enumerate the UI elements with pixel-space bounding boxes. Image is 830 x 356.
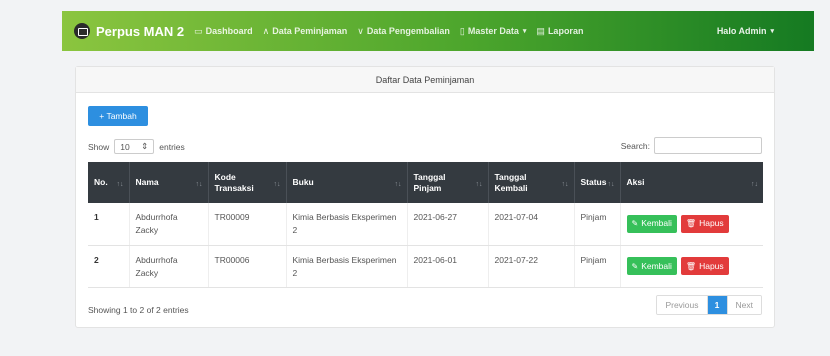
book-icon bbox=[74, 23, 90, 39]
column-header-buku[interactable]: Buku ↑↓ bbox=[286, 162, 408, 203]
column-header-tanggal-pinjam[interactable]: Tanggal Pinjam ↑↓ bbox=[407, 162, 489, 203]
table-row: 2 Abdurrhofa Zacky TR00006 Kimia Berbasi… bbox=[88, 245, 763, 288]
search-input[interactable] bbox=[654, 137, 762, 154]
cell-status: Pinjam bbox=[574, 245, 621, 288]
hapus-button[interactable]: 🗑 Hapus bbox=[680, 257, 729, 275]
nav-item-data-peminjaman[interactable]: ∧ Data Peminjaman bbox=[263, 26, 348, 37]
entries-length: Show 10 ⇕ entries bbox=[88, 139, 185, 154]
card-title: Daftar Data Peminjaman bbox=[375, 74, 475, 85]
cell-kode: TR00006 bbox=[208, 245, 287, 288]
search-label: Search: bbox=[620, 140, 650, 151]
cell-tanggal-kembali: 2021-07-04 bbox=[488, 203, 575, 246]
cell-buku: Kimia Berbasis Eksperimen 2 bbox=[286, 203, 408, 246]
trash-icon: 🗑 bbox=[685, 261, 697, 271]
cell-aksi: ✎ Kembali 🗑 Hapus bbox=[620, 203, 763, 246]
cell-kode: TR00009 bbox=[208, 203, 287, 246]
sort-icon: ↑↓ bbox=[273, 181, 281, 188]
nav-item-label: Dashboard bbox=[205, 26, 253, 36]
cell-no: 2 bbox=[88, 245, 130, 288]
file-icon: ▯ bbox=[459, 25, 465, 36]
sort-icon: ↑↓ bbox=[607, 181, 615, 188]
entries-value: 10 bbox=[120, 141, 130, 152]
kembali-button[interactable]: ✎ Kembali bbox=[626, 257, 677, 275]
column-header-no[interactable]: No. ↑↓ bbox=[88, 162, 130, 203]
cell-nama: Abdurrhofa Zacky bbox=[129, 203, 209, 246]
brand[interactable]: Perpus MAN 2 bbox=[74, 23, 184, 39]
peminjaman-card: Daftar Data Peminjaman + Tambah Show 10 … bbox=[75, 66, 775, 328]
page-button-1[interactable]: 1 bbox=[707, 296, 728, 314]
nav-item-laporan[interactable]: ▤ Laporan bbox=[536, 26, 583, 37]
table-row: 1 Abdurrhofa Zacky TR00009 Kimia Berbasi… bbox=[88, 203, 763, 246]
sort-icon: ↑↓ bbox=[475, 181, 483, 188]
cell-status: Pinjam bbox=[574, 203, 621, 246]
nav-links: ▭ Dashboard ∧ Data Peminjaman ∨ Data Pen… bbox=[194, 26, 593, 37]
sort-icon: ↑↓ bbox=[195, 181, 203, 188]
search-box: Search: bbox=[621, 137, 762, 154]
nav-item-dashboard[interactable]: ▭ Dashboard bbox=[194, 26, 253, 37]
add-button[interactable]: + Tambah bbox=[88, 106, 148, 126]
caret-down-icon: ▾ bbox=[522, 28, 527, 35]
cell-buku: Kimia Berbasis Eksperimen 2 bbox=[286, 245, 408, 288]
cell-tanggal-pinjam: 2021-06-01 bbox=[407, 245, 489, 288]
sort-icon: ↑↓ bbox=[751, 181, 758, 188]
previous-button[interactable]: Previous bbox=[657, 296, 708, 314]
next-button[interactable]: Next bbox=[727, 296, 761, 314]
column-header-tanggal-kembali[interactable]: Tanggal Kembali ↑↓ bbox=[488, 162, 575, 203]
hapus-button[interactable]: 🗑 Hapus bbox=[680, 214, 729, 233]
nav-item-label: Laporan bbox=[547, 26, 584, 36]
show-label: Show bbox=[88, 141, 110, 152]
pagination: Previous 1 Next bbox=[656, 295, 762, 315]
peminjaman-table: No. ↑↓ Nama ↑↓ Kode Transaksi ↑↓ Buku ↑↓ Tan… bbox=[88, 162, 763, 288]
column-header-kode-transaksi[interactable]: Kode Transaksi ↑↓ bbox=[208, 162, 287, 203]
column-header-nama[interactable]: Nama ↑↓ bbox=[129, 162, 209, 203]
user-menu[interactable]: Halo Admin ▾ bbox=[717, 26, 774, 36]
user-greeting: Halo Admin bbox=[716, 26, 767, 36]
entries-select[interactable]: 10 ⇕ bbox=[114, 139, 155, 154]
sort-icon: ↑↓ bbox=[561, 181, 569, 188]
cell-nama: Abdurrhofa Zacky bbox=[129, 245, 209, 288]
entries-label: entries bbox=[159, 141, 185, 152]
column-header-aksi[interactable]: Aksi ↑↓ bbox=[620, 162, 763, 203]
cell-no: 1 bbox=[88, 203, 130, 246]
column-header-status[interactable]: Status ↑↓ bbox=[574, 162, 621, 203]
caret-down-icon: ▾ bbox=[770, 28, 774, 35]
monitor-icon: ▭ bbox=[194, 25, 203, 36]
trash-icon: 🗑 bbox=[685, 219, 697, 229]
nav-item-label: Data Pengembalian bbox=[366, 26, 450, 36]
sort-updown-icon: ⇕ bbox=[141, 141, 149, 151]
sort-icon: ↑↓ bbox=[116, 181, 124, 188]
chevron-up-icon: ∧ bbox=[262, 25, 270, 36]
brand-title: Perpus MAN 2 bbox=[96, 23, 185, 39]
nav-item-label: Master Data bbox=[467, 26, 519, 36]
card-header: Daftar Data Peminjaman bbox=[76, 67, 774, 93]
top-navbar: Perpus MAN 2 ▭ Dashboard ∧ Data Peminjam… bbox=[62, 11, 814, 51]
nav-item-master-data[interactable]: ▯ Master Data ▾ bbox=[460, 26, 527, 37]
sort-icon: ↑↓ bbox=[394, 181, 402, 188]
edit-icon: ✎ bbox=[631, 219, 639, 229]
document-icon: ▤ bbox=[536, 25, 545, 36]
cell-tanggal-pinjam: 2021-06-27 bbox=[407, 203, 489, 246]
kembali-button[interactable]: ✎ Kembali bbox=[626, 214, 677, 233]
cell-tanggal-kembali: 2021-07-22 bbox=[488, 245, 575, 288]
edit-icon: ✎ bbox=[631, 261, 639, 271]
cell-aksi: ✎ Kembali 🗑 Hapus bbox=[620, 245, 763, 288]
chevron-down-icon: ∨ bbox=[357, 25, 364, 36]
nav-item-data-pengembalian[interactable]: ∨ Data Pengembalian bbox=[357, 26, 450, 37]
table-info: Showing 1 to 2 of 2 entries bbox=[88, 305, 189, 315]
nav-item-label: Data Peminjaman bbox=[272, 26, 348, 36]
table-header-row: No. ↑↓ Nama ↑↓ Kode Transaksi ↑↓ Buku ↑↓ Tan… bbox=[88, 162, 763, 203]
